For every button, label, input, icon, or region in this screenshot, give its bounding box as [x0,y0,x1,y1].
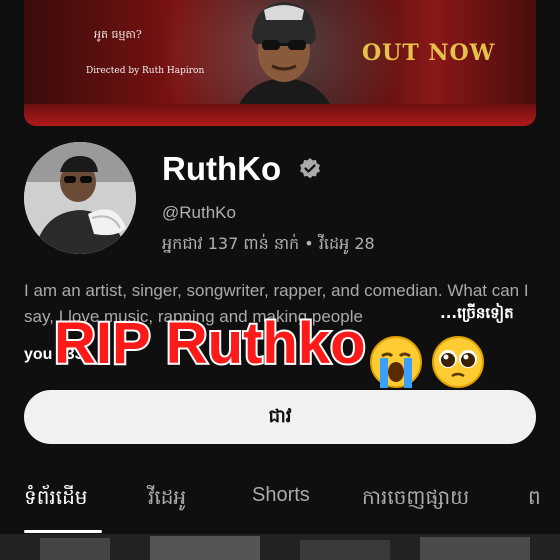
banner-bottom-band [24,104,536,126]
banner-person-image [234,2,336,118]
banner-credit: Directed by Ruth Hapiron [86,66,205,76]
overlay-rip-text: RIP Ruthko [52,309,367,378]
tab-shorts[interactable]: Shorts [252,484,310,507]
loudly-crying-face-icon [370,336,422,388]
banner-film-title: អូត ធម្មតា? [94,28,142,41]
tab-home[interactable]: ទំព័រដើម [24,484,87,514]
banner-out-now: OUT NOW [362,40,496,66]
channel-tabs: ទំព័រដើម វីដេអូ Shorts ការចេញផ្សាយ ព [0,470,560,530]
subscribe-button[interactable]: ជាវ [24,390,536,444]
channel-handle: @RuthKo [162,203,236,222]
avatar-image [24,142,136,254]
channel-banner: អូត ធម្មតា? Directed by Ruth Hapiron OUT… [24,0,536,126]
channel-avatar[interactable] [24,142,136,254]
verified-badge-icon [300,158,320,179]
description-more-link[interactable]: ...ច្រើនទៀត [440,304,514,326]
active-tab-indicator [24,530,102,533]
channel-stats: អ្នកជាវ 137 ពាន់ នាក់ • វីដេអូ 28 [162,234,375,253]
thumbnails-image [0,534,560,560]
tab-videos[interactable]: វីដេអូ [148,484,186,514]
tab-releases[interactable]: ការចេញផ្សាយ [362,484,469,514]
channel-name: RuthKo [162,150,282,187]
pleading-face-icon [432,336,484,388]
video-thumbnails-strip[interactable] [0,534,560,560]
tab-more[interactable]: ព [528,484,541,514]
